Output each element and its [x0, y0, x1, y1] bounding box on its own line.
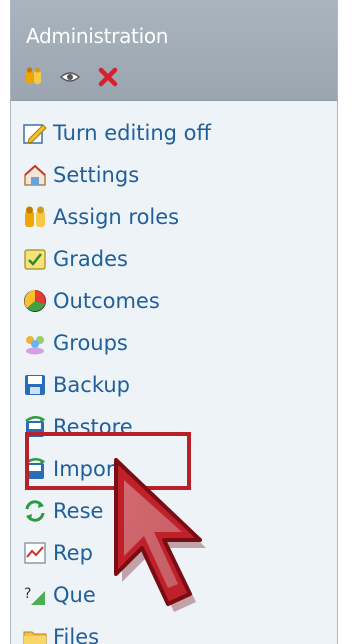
menu-item-label: Outcomes — [53, 289, 160, 313]
delete-x-icon[interactable] — [97, 66, 119, 88]
settings-icon — [24, 164, 46, 186]
files-icon — [23, 631, 47, 644]
menu-item-label: Groups — [53, 331, 128, 355]
menu-item-label: Backup — [53, 373, 130, 397]
menu-item-label: Que — [53, 583, 96, 607]
questions-icon: ? — [24, 586, 45, 605]
block-header: Administration — [11, 0, 337, 101]
mouse-cursor-icon — [114, 458, 206, 612]
reports-icon — [24, 542, 46, 564]
svg-text:?: ? — [24, 586, 31, 602]
assign-roles-icon — [25, 206, 45, 227]
groups-icon — [26, 336, 44, 355]
menu-item-label: Rese — [53, 499, 104, 523]
menu-item-label: Rep — [53, 541, 93, 565]
backup-icon — [25, 375, 45, 395]
menu-item-label: Assign roles — [53, 205, 180, 229]
menu-item-label: Grades — [53, 247, 128, 271]
menu-item-label: Settings — [53, 163, 140, 187]
reset-icon — [25, 500, 45, 522]
eye-icon[interactable] — [59, 66, 81, 88]
edit-icon — [23, 124, 47, 144]
outcomes-icon — [24, 290, 46, 312]
menu-item-label: Files — [53, 625, 100, 644]
block-title: Administration — [26, 24, 169, 48]
grades-icon — [24, 249, 46, 270]
assign-roles-icon[interactable] — [23, 66, 45, 88]
menu-item-label: Turn editing off — [53, 121, 211, 145]
